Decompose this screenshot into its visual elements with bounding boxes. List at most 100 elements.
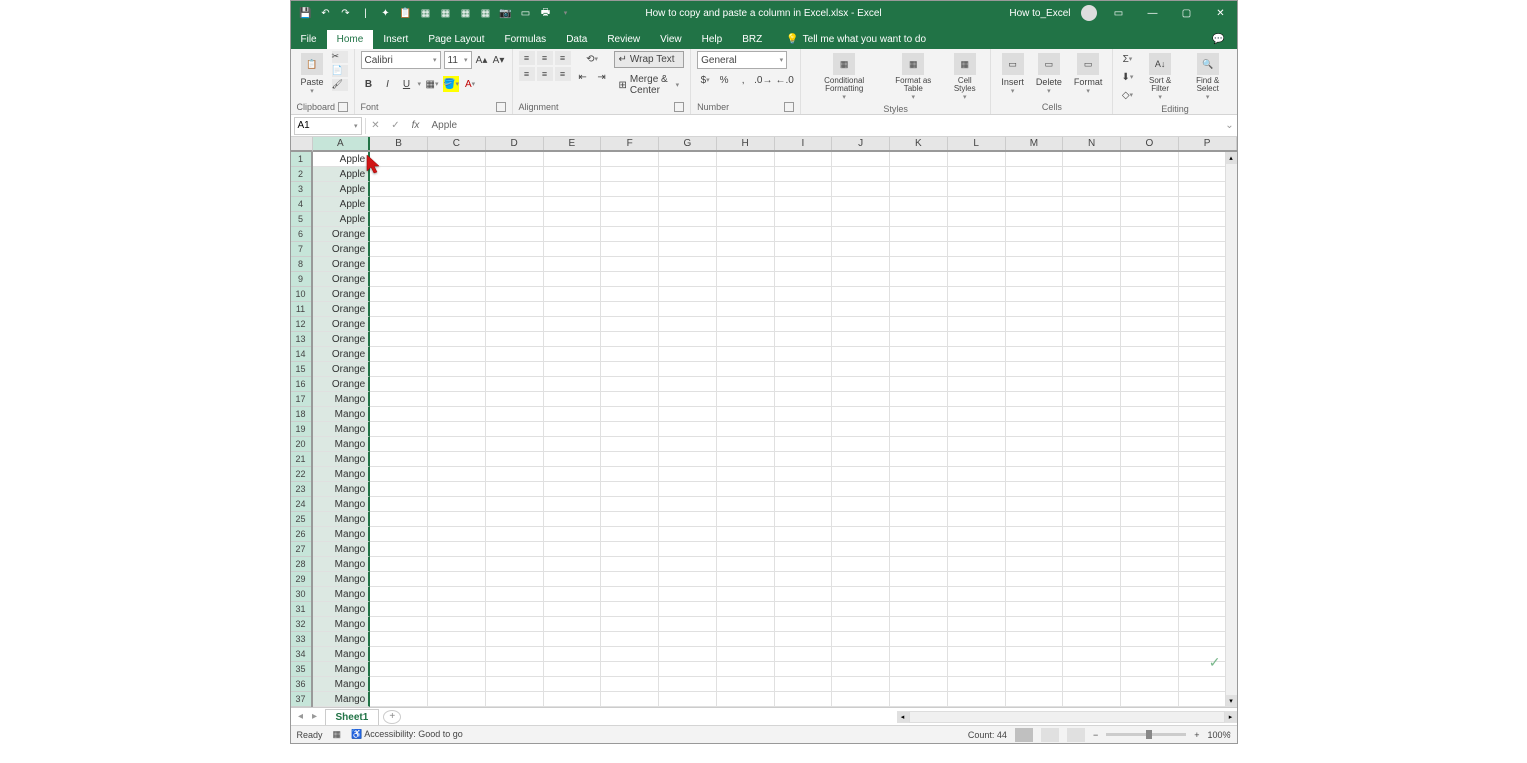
vertical-scrollbar[interactable]: ▴ ▾	[1225, 152, 1237, 707]
cell[interactable]	[428, 242, 486, 257]
cell[interactable]	[659, 557, 717, 572]
cell[interactable]	[775, 407, 833, 422]
cell[interactable]	[890, 467, 948, 482]
cell[interactable]	[659, 647, 717, 662]
cell[interactable]	[370, 347, 428, 362]
row-header[interactable]: 21	[291, 452, 311, 467]
cell[interactable]	[832, 452, 890, 467]
autosum-button[interactable]: Σ▾	[1119, 51, 1135, 67]
user-avatar[interactable]	[1081, 5, 1097, 21]
cell[interactable]	[948, 212, 1006, 227]
cell[interactable]	[832, 662, 890, 677]
cell[interactable]	[832, 512, 890, 527]
cell[interactable]: Mango	[313, 452, 371, 467]
cell[interactable]	[486, 272, 544, 287]
row-header[interactable]: 31	[291, 602, 311, 617]
cell[interactable]	[428, 437, 486, 452]
cell[interactable]: Orange	[313, 302, 371, 317]
cell[interactable]	[544, 257, 602, 272]
cell[interactable]	[717, 692, 775, 707]
cell[interactable]	[370, 257, 428, 272]
cell[interactable]	[832, 227, 890, 242]
cell[interactable]: Mango	[313, 542, 371, 557]
cell[interactable]	[659, 392, 717, 407]
cell[interactable]	[428, 542, 486, 557]
cell[interactable]	[370, 512, 428, 527]
cell[interactable]	[890, 572, 948, 587]
cell[interactable]	[948, 422, 1006, 437]
cell[interactable]	[717, 182, 775, 197]
cell[interactable]	[486, 602, 544, 617]
cell[interactable]	[1006, 437, 1064, 452]
cell[interactable]	[948, 617, 1006, 632]
cell[interactable]: Mango	[313, 422, 371, 437]
cell[interactable]	[1121, 302, 1179, 317]
column-header-H[interactable]: H	[717, 137, 775, 150]
cell[interactable]: Mango	[313, 617, 371, 632]
cell[interactable]	[486, 557, 544, 572]
cell[interactable]	[486, 347, 544, 362]
orientation-button[interactable]: ⟲▾	[575, 51, 610, 67]
cell[interactable]	[428, 272, 486, 287]
decrease-font-button[interactable]: A▾	[492, 53, 506, 67]
cell[interactable]	[659, 317, 717, 332]
cell[interactable]	[544, 347, 602, 362]
cell[interactable]	[544, 242, 602, 257]
cell[interactable]	[486, 407, 544, 422]
cell[interactable]	[428, 362, 486, 377]
cell[interactable]	[1006, 167, 1064, 182]
cell[interactable]	[486, 497, 544, 512]
cell[interactable]	[601, 242, 659, 257]
cell[interactable]	[717, 317, 775, 332]
cell[interactable]	[601, 302, 659, 317]
row-header[interactable]: 14	[291, 347, 311, 362]
cell[interactable]: Apple	[313, 212, 371, 227]
cell[interactable]	[717, 602, 775, 617]
cell[interactable]	[1006, 332, 1064, 347]
tell-me-search[interactable]: 💡 Tell me what you want to do	[782, 30, 930, 49]
tab-review[interactable]: Review	[597, 30, 650, 49]
cell[interactable]	[544, 407, 602, 422]
cell[interactable]	[370, 677, 428, 692]
cell[interactable]	[1063, 362, 1121, 377]
cell[interactable]	[370, 242, 428, 257]
cell[interactable]	[370, 587, 428, 602]
cell[interactable]	[1121, 437, 1179, 452]
cell[interactable]	[1063, 647, 1121, 662]
cell[interactable]	[948, 482, 1006, 497]
cell[interactable]	[659, 497, 717, 512]
cell[interactable]	[775, 437, 833, 452]
cell[interactable]	[428, 632, 486, 647]
cell[interactable]	[775, 317, 833, 332]
row-header[interactable]: 17	[291, 392, 311, 407]
column-header-M[interactable]: M	[1006, 137, 1064, 150]
format-painter-button[interactable]: 🖌	[332, 79, 348, 91]
cell[interactable]	[775, 152, 833, 167]
row-header[interactable]: 2	[291, 167, 311, 182]
cell[interactable]	[544, 692, 602, 707]
column-header-P[interactable]: P	[1179, 137, 1237, 150]
cell[interactable]	[890, 257, 948, 272]
cell[interactable]	[544, 452, 602, 467]
cell[interactable]	[601, 542, 659, 557]
cell[interactable]	[486, 362, 544, 377]
cell[interactable]	[890, 167, 948, 182]
accounting-button[interactable]: $▾	[697, 72, 713, 88]
cell[interactable]	[832, 482, 890, 497]
cell[interactable]	[486, 242, 544, 257]
cell[interactable]	[1121, 632, 1179, 647]
cell[interactable]	[370, 227, 428, 242]
cell[interactable]	[659, 482, 717, 497]
cell[interactable]	[775, 347, 833, 362]
format-as-table-button[interactable]: ▦ Format as Table▾	[886, 51, 941, 103]
cell[interactable]	[832, 407, 890, 422]
cell[interactable]	[1063, 677, 1121, 692]
row-header[interactable]: 10	[291, 287, 311, 302]
cell[interactable]	[544, 317, 602, 332]
sheet-nav-prev-icon[interactable]: ◂	[295, 711, 307, 722]
cell[interactable]	[1063, 317, 1121, 332]
cell[interactable]	[486, 677, 544, 692]
paste-qat-icon[interactable]: 📋	[397, 4, 415, 22]
cell[interactable]	[601, 377, 659, 392]
name-box[interactable]: A1▾	[294, 117, 362, 135]
